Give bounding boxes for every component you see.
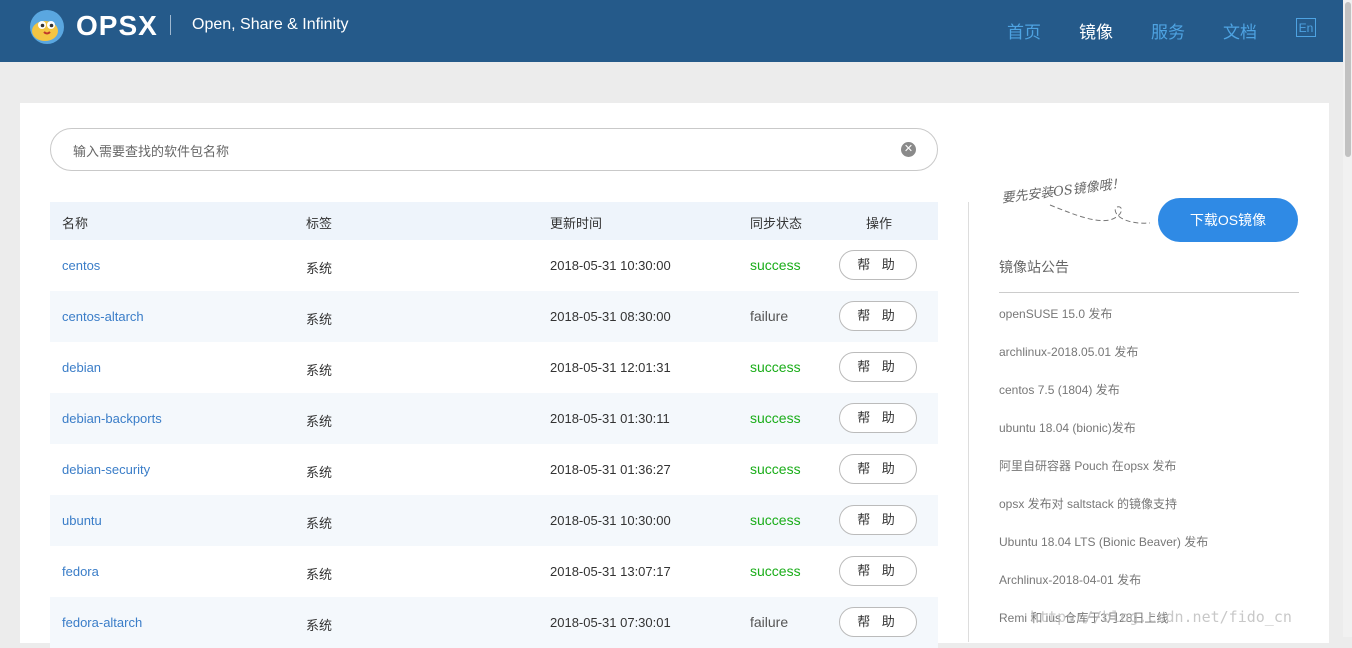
mirror-update-time: 2018-05-31 13:07:17 — [550, 564, 671, 579]
mirror-tag: 系统 — [306, 312, 333, 327]
notice-item[interactable]: openSUSE 15.0 发布 — [999, 305, 1112, 322]
help-button[interactable]: 帮 助 — [839, 403, 917, 433]
mirror-name-link[interactable]: centos-altarch — [62, 309, 144, 324]
notice-item[interactable]: 阿里自研容器 Pouch 在opsx 发布 — [999, 457, 1176, 474]
sync-status: success — [750, 257, 801, 273]
notice-item[interactable]: archlinux-2018.05.01 发布 — [999, 343, 1138, 360]
watermark: https://blog.csdn.net/fido_cn — [1030, 608, 1292, 626]
search-box[interactable]: ✕ — [50, 128, 938, 171]
mirror-update-time: 2018-05-31 10:30:00 — [550, 513, 671, 528]
table-row: fedora-altarch 系统 2018-05-31 07:30:01 failu… — [50, 597, 938, 648]
header-update-time: 更新时间 — [550, 216, 603, 231]
sidebar-divider — [968, 202, 969, 642]
mirror-name-link[interactable]: fedora — [62, 564, 99, 579]
header-action: 操作 — [866, 216, 893, 231]
clear-icon[interactable]: ✕ — [901, 142, 916, 157]
scrollbar-thumb[interactable] — [1345, 2, 1351, 157]
mirror-tag: 系统 — [306, 618, 333, 633]
search-input[interactable] — [71, 139, 895, 163]
mirror-update-time: 2018-05-31 08:30:00 — [550, 309, 671, 324]
help-button[interactable]: 帮 助 — [839, 352, 917, 382]
notice-item[interactable]: opsx 发布对 saltstack 的镜像支持 — [999, 495, 1177, 512]
mirror-update-time: 2018-05-31 07:30:01 — [550, 615, 671, 630]
mirror-tag: 系统 — [306, 261, 333, 276]
mirror-tag: 系统 — [306, 414, 333, 429]
mirror-name-link[interactable]: debian-backports — [62, 411, 162, 426]
notice-title: 镜像站公告 — [999, 259, 1069, 275]
language-toggle[interactable]: En — [1296, 18, 1316, 37]
help-button[interactable]: 帮 助 — [839, 556, 917, 586]
notice-item[interactable]: Ubuntu 18.04 LTS (Bionic Beaver) 发布 — [999, 533, 1208, 550]
sync-status: failure — [750, 614, 789, 630]
mirror-name-link[interactable]: debian — [62, 360, 101, 375]
table-header: 名称 标签 更新时间 同步状态 操作 — [50, 202, 938, 240]
hint-arrow-icon — [1049, 204, 1151, 224]
mirror-name-link[interactable]: fedora-altarch — [62, 615, 142, 630]
table-row: debian-security 系统 2018-05-31 01:36:27 succ… — [50, 444, 938, 495]
sync-status: success — [750, 359, 801, 375]
mirror-name-link[interactable]: ubuntu — [62, 513, 102, 528]
mirror-tag: 系统 — [306, 567, 333, 582]
mirror-update-time: 2018-05-31 12:01:31 — [550, 360, 671, 375]
header-name: 名称 — [62, 216, 89, 231]
help-button[interactable]: 帮 助 — [839, 250, 917, 280]
mirror-tag: 系统 — [306, 363, 333, 378]
mirror-name-link[interactable]: debian-security — [62, 462, 150, 477]
nav-docs[interactable]: 文档 — [1223, 18, 1257, 43]
help-button[interactable]: 帮 助 — [839, 607, 917, 637]
notice-item[interactable]: Archlinux-2018-04-01 发布 — [999, 571, 1141, 588]
mirror-tag: 系统 — [306, 516, 333, 531]
nav-home[interactable]: 首页 — [1007, 18, 1041, 43]
mirror-update-time: 2018-05-31 10:30:00 — [550, 258, 671, 273]
download-os-image-button[interactable]: 下载OS镜像 — [1158, 198, 1298, 242]
top-header: OPSX Open, Share & Infinity 首页 镜像 服务 文档 … — [0, 0, 1343, 62]
notice-divider — [999, 292, 1299, 293]
sync-status: success — [750, 461, 801, 477]
tagline: Open, Share & Infinity — [192, 16, 349, 33]
table-row: debian 系统 2018-05-31 12:01:31 success 帮 助 — [50, 342, 938, 393]
logo-icon[interactable] — [29, 9, 65, 45]
brand-name[interactable]: OPSX — [76, 10, 158, 42]
notice-item[interactable]: ubuntu 18.04 (bionic)发布 — [999, 419, 1136, 436]
sync-status: success — [750, 563, 801, 579]
header-tag: 标签 — [306, 216, 333, 231]
notice-item[interactable]: centos 7.5 (1804) 发布 — [999, 381, 1120, 398]
header-sync-status: 同步状态 — [750, 216, 803, 231]
mirror-update-time: 2018-05-31 01:36:27 — [550, 462, 671, 477]
help-button[interactable]: 帮 助 — [839, 505, 917, 535]
help-button[interactable]: 帮 助 — [839, 454, 917, 484]
help-button[interactable]: 帮 助 — [839, 301, 917, 331]
nav-services[interactable]: 服务 — [1151, 18, 1185, 43]
table-row: ubuntu 系统 2018-05-31 10:30:00 success 帮 助 — [50, 495, 938, 546]
mirror-tag: 系统 — [306, 465, 333, 480]
sync-status: success — [750, 512, 801, 528]
table-row: centos-altarch 系统 2018-05-31 08:30:00 failu… — [50, 291, 938, 342]
sync-status: success — [750, 410, 801, 426]
table-row: fedora 系统 2018-05-31 13:07:17 success 帮 助 — [50, 546, 938, 597]
mirror-update-time: 2018-05-31 01:30:11 — [550, 411, 670, 426]
mirror-table: 名称 标签 更新时间 同步状态 操作 centos 系统 2018-05-31 10… — [50, 202, 938, 648]
nav-mirrors[interactable]: 镜像 — [1079, 18, 1113, 43]
table-row: debian-backports 系统 2018-05-31 01:30:11 suc… — [50, 393, 938, 444]
sync-status: failure — [750, 308, 789, 324]
table-row: centos 系统 2018-05-31 10:30:00 success 帮 助 — [50, 240, 938, 291]
brand-divider — [170, 15, 171, 35]
mirror-name-link[interactable]: centos — [62, 258, 100, 273]
